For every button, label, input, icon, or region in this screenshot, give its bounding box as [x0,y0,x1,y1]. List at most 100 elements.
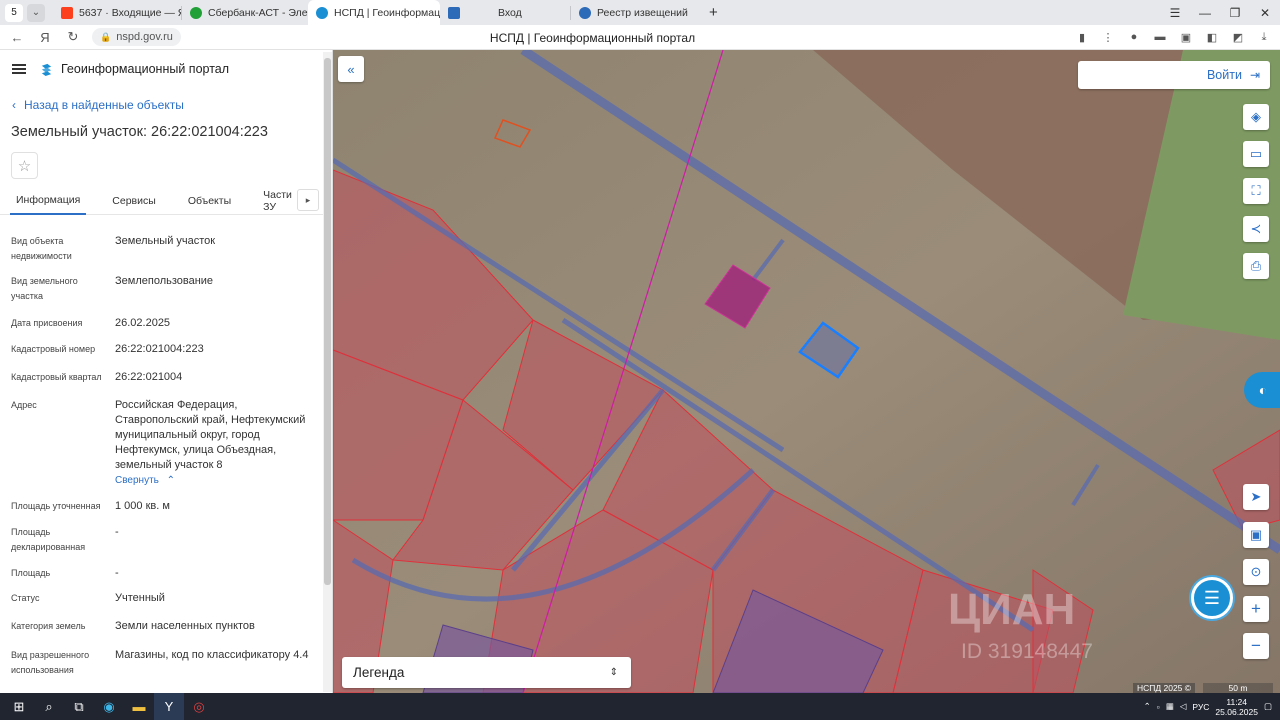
tab-label: Сбербанк-АСТ - Электро [208,6,308,19]
volume-icon[interactable]: ◁ [1180,701,1187,712]
registry-icon [579,6,591,19]
network-icon[interactable]: ▦ [1166,701,1174,712]
chat-icon[interactable]: ☰ [1191,577,1233,619]
object-info-panel: Геоинформационный портал ‹ Назад в найде… [0,50,333,693]
windows-start-icon[interactable]: ⊞ [4,693,34,720]
browser-tab-sberbank[interactable]: Сбербанк-АСТ - Электро [182,0,308,25]
property-label: Статус [11,593,40,603]
locate-icon[interactable]: ➤ [1243,484,1269,510]
extension-icon[interactable]: ▬ [1152,29,1168,45]
property-value: Учтенный [115,592,165,604]
camera-icon[interactable]: ▫ [1157,702,1160,712]
portal-logo-icon [41,63,52,76]
page-title: НСПД | Геоинформационный портал [489,31,696,45]
favorite-star-icon[interactable]: ☆ [11,152,38,179]
tab-parts[interactable]: Части ЗУ [257,187,298,215]
downloads-icon[interactable]: ⤓ [1256,29,1272,45]
login-button[interactable]: Войти ⇥ [1078,61,1270,89]
new-tab-button[interactable]: + [701,0,726,25]
layers-icon[interactable]: ◈ [1243,104,1269,130]
watermark: ЦИАН [948,585,1076,634]
tab-label: 5637 · Входящие — Яндекс [79,6,181,19]
scrollbar-thumb[interactable] [324,58,331,585]
scale-bar: 50 m [1203,683,1273,693]
hamburger-menu-icon[interactable] [12,64,26,74]
explorer-icon[interactable]: ▬ [124,693,154,720]
tab-services[interactable]: Сервисы [106,187,162,215]
property-label: Площадь декларированная [11,527,86,552]
restore-icon[interactable]: ❐ [1220,6,1250,20]
language-indicator[interactable]: РУС [1192,702,1209,712]
watermark-id: ID 319148447 [961,640,1093,663]
browser-tab-registry[interactable]: Реестр извещений [571,0,701,25]
tab-label: Реестр извещений [597,6,688,19]
property-value: 26:22:021004 [115,371,183,383]
assistant-icon[interactable]: ◐ [1244,372,1280,408]
sort-arrows-icon: ⇕ [609,667,618,678]
zoom-in-icon[interactable]: + [1243,596,1269,622]
property-value: - [115,567,119,579]
property-label: Категория земель [11,621,86,631]
legend-label: Легенда [353,665,405,680]
bookmark-icon[interactable]: ▮ [1074,29,1090,45]
chevron-up-icon[interactable]: ⌃ [1144,701,1151,712]
property-label: Площадь [11,568,51,578]
tab-count-button[interactable]: 5 [5,3,23,22]
browser-tab-login[interactable]: Вход [440,0,570,25]
browser-toolbar: ▮ ⋮ ● ▬ ▣ ◧ ◩ ⤓ [1074,29,1272,45]
tab-list-chevron-icon[interactable]: ⌄ [27,3,45,22]
search-icon[interactable]: ⌕ [34,693,64,720]
map-canvas[interactable] [333,50,1280,693]
extension-icon[interactable]: ● [1126,29,1142,45]
menu-icon[interactable]: ☰ [1160,6,1190,20]
property-label: Кадастровый номер [11,344,96,354]
share-icon[interactable]: ≺ [1243,216,1269,242]
address-bar: ← Я ↻ 🔒 nspd.gov.ru НСПД | Геоинформацио… [0,25,1280,50]
tabs-next-icon[interactable]: ▸ [297,189,319,211]
system-tray: ⌃ ▫ ▦ ◁ РУС 11:24 25.06.2025 ▢ [1144,693,1272,720]
tab-objects[interactable]: Объекты [182,187,237,215]
browser-tab-bar: 5 ⌄ 5637 · Входящие — Яндекс Сбербанк-АС… [0,0,1280,25]
extension-icon[interactable]: ◩ [1230,29,1246,45]
task-view-icon[interactable]: ⧉ [64,693,94,720]
property-value: 26:22:021004:223 [115,343,204,355]
portal-title: Геоинформационный портал [61,62,230,76]
notifications-icon[interactable]: ▢ [1264,701,1272,712]
zoom-out-icon[interactable]: − [1243,633,1269,659]
back-to-results-link[interactable]: ‹ Назад в найденные объекты [12,98,332,112]
app-icon[interactable]: ◎ [184,693,214,720]
browser-tab-nspd[interactable]: НСПД | Геоинформаци ✕ [308,0,440,25]
ruler-icon[interactable]: ▭ [1243,141,1269,167]
collapse-panel-icon[interactable]: « [338,56,364,82]
more-icon[interactable]: ⋮ [1100,29,1116,45]
sberbank-icon [190,6,202,19]
legend-dropdown[interactable]: Легенда ⇕ [342,657,631,688]
gosuslugi-icon [448,6,460,19]
geolocation-icon[interactable]: ⊙ [1243,559,1269,585]
property-value: 1 000 кв. м [115,500,170,512]
collapse-address-link[interactable]: Свернуть ⌃ [115,473,315,488]
back-label: Назад в найденные объекты [24,98,184,112]
edge-icon[interactable]: ◉ [94,693,124,720]
clock[interactable]: 11:24 25.06.2025 [1215,697,1258,717]
property-value: Земельный участок [115,235,216,247]
copyright: НСПД 2025 © [1133,683,1196,693]
select-area-icon[interactable]: ⛶ [1243,178,1269,204]
minimap-icon[interactable]: ▣ [1243,522,1269,548]
tab-label: Вход [498,6,522,19]
chevron-left-icon: ‹ [12,98,16,112]
panel-scrollbar[interactable] [323,52,332,692]
map-view[interactable]: « Войти ⇥ ◈ ▭ ⛶ ≺ ⎙ ◐ ➤ ▣ ⊙ + − ☰ ЦИАН I… [333,50,1280,693]
property-value: Землепользование [115,275,214,287]
extension-icon[interactable]: ◧ [1204,29,1220,45]
time: 11:24 [1226,696,1248,707]
extension-icon[interactable]: ▣ [1178,29,1194,45]
close-window-icon[interactable]: ✕ [1250,6,1280,20]
minimize-icon[interactable]: — [1190,6,1220,20]
yandex-browser-icon[interactable]: Y [154,693,184,720]
print-icon[interactable]: ⎙ [1243,253,1269,279]
property-value: - [115,526,119,538]
chevron-up-icon: ⌃ [166,475,176,486]
browser-tab-mail[interactable]: 5637 · Входящие — Яндекс [53,0,181,25]
tab-information[interactable]: Информация [10,187,87,215]
